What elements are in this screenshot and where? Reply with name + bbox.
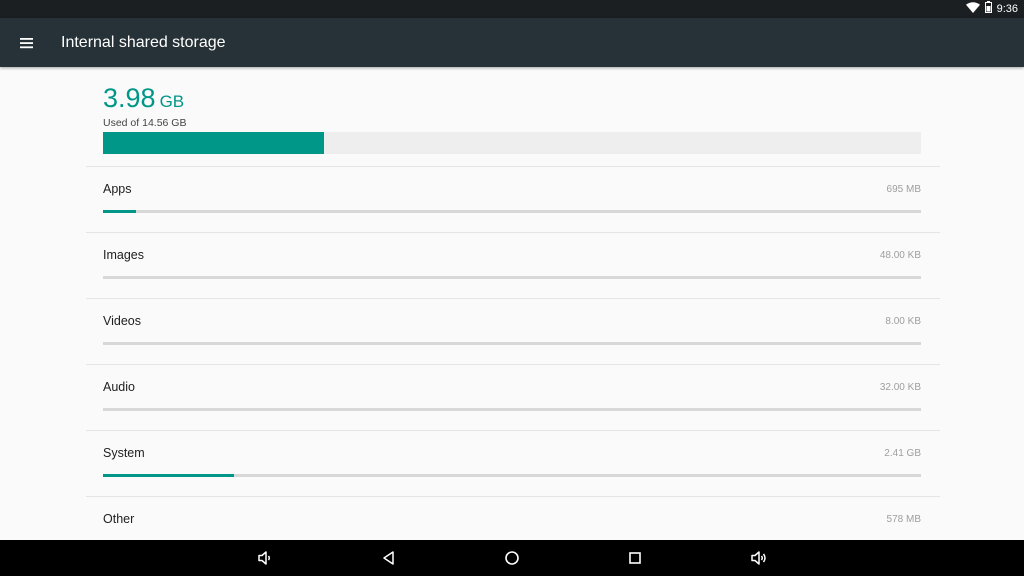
category-label: Apps [103, 182, 132, 196]
home-icon[interactable] [503, 549, 521, 567]
category-row-images[interactable]: Images 48.00 KB [86, 232, 940, 298]
status-icons: 9:36 [965, 0, 1018, 18]
category-row-apps[interactable]: Apps 695 MB [86, 166, 940, 232]
category-usage-bar [103, 474, 921, 477]
category-label: Images [103, 248, 144, 262]
category-list: Apps 695 MB Images 48.00 KB Videos 8.00 KB Aud… [86, 166, 940, 540]
status-bar: 9:36 [0, 0, 1024, 18]
volume-up-icon[interactable] [750, 549, 768, 567]
category-usage-bar [103, 342, 921, 345]
page-title: Internal shared storage [61, 34, 226, 51]
used-of-total: Used of 14.56 GB [103, 117, 187, 129]
used-storage-value: 3.98 GB [103, 83, 184, 113]
category-label: Audio [103, 380, 135, 394]
storage-content[interactable]: 3.98 GB Used of 14.56 GB Apps 695 MB Images… [0, 67, 1024, 540]
category-size: 695 MB [886, 184, 921, 195]
category-usage-bar-fill [103, 474, 234, 477]
category-row-videos[interactable]: Videos 8.00 KB [86, 298, 940, 364]
used-unit: GB [159, 92, 185, 111]
category-usage-bar [103, 210, 921, 213]
category-usage-bar [103, 276, 921, 279]
category-row-other[interactable]: Other 578 MB [86, 496, 940, 540]
category-size: 8.00 KB [885, 316, 921, 327]
category-row-system[interactable]: System 2.41 GB [86, 430, 940, 496]
menu-icon[interactable] [18, 35, 36, 51]
storage-usage-bar-fill [103, 132, 324, 154]
storage-usage-bar [103, 132, 921, 154]
category-label: Other [103, 512, 135, 526]
category-row-audio[interactable]: Audio 32.00 KB [86, 364, 940, 430]
category-label: System [103, 446, 145, 460]
recents-icon[interactable] [626, 549, 644, 567]
category-size: 32.00 KB [879, 382, 921, 393]
used-amount: 3.98 [103, 83, 156, 113]
category-size: 578 MB [886, 514, 921, 525]
category-usage-bar-fill [103, 210, 136, 213]
volume-down-icon[interactable] [256, 549, 274, 567]
category-label: Videos [103, 314, 141, 328]
app-bar: Internal shared storage [0, 18, 1024, 67]
category-usage-bar [103, 408, 921, 411]
back-icon[interactable] [380, 549, 398, 567]
battery-icon [984, 0, 992, 18]
navigation-bar [0, 540, 1024, 576]
status-time: 9:36 [996, 3, 1018, 15]
category-size: 2.41 GB [884, 448, 921, 459]
wifi-icon [965, 0, 980, 18]
category-size: 48.00 KB [879, 250, 921, 261]
